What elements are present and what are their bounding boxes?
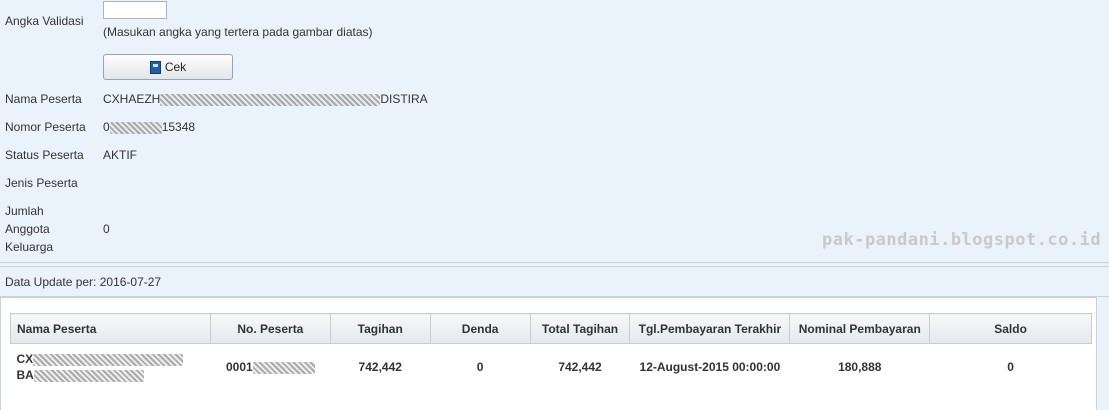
redacted-area — [33, 353, 184, 366]
check-form: Angka Validasi (Masukan angka yang terte… — [0, 0, 1109, 262]
check-button[interactable]: Cek — [103, 54, 233, 80]
cell-name-prefix: BA — [16, 368, 34, 382]
cell-name-line: BA — [17, 367, 207, 383]
name-value-suffix: DISTIRA — [380, 92, 428, 106]
cell-name-prefix: CX — [16, 352, 34, 366]
watermark: pak-pandani.blogspot.co.id — [822, 230, 1102, 250]
family-count-value: 0 — [103, 222, 110, 236]
column-header[interactable]: Tgl.Pembayaran Terakhir — [629, 313, 791, 344]
redacted-area — [252, 361, 315, 374]
number-value: 0 15348 — [103, 118, 195, 136]
cell-name-line: CX — [17, 351, 207, 367]
type-label: Jenis Peserta — [5, 176, 78, 190]
validation-hint: (Masukan angka yang tertera pada gambar … — [103, 25, 373, 39]
family-count-label-line: Keluarga — [5, 240, 54, 254]
redacted-area — [109, 121, 162, 134]
save-icon — [149, 60, 161, 74]
update-date: Data Update per: 2016-07-27 — [5, 275, 162, 289]
billing-table: Nama Peserta No. Peserta Tagihan Denda T… — [10, 313, 1092, 390]
name-value-prefix: CXHAEZH — [103, 92, 161, 106]
number-label: Nomor Peserta — [5, 120, 86, 134]
table-row: CX BA 0001 742,442 0 742,442 12-August-2… — [11, 344, 1092, 391]
family-count-label-line: Jumlah — [5, 204, 44, 218]
family-count-label-line: Anggota — [5, 222, 50, 236]
cell-denda: 0 — [476, 360, 484, 374]
status-label: Status Peserta — [5, 148, 84, 162]
billing-panel: Nama Peserta No. Peserta Tagihan Denda T… — [0, 297, 1097, 410]
column-header[interactable]: Total Tagihan — [529, 313, 631, 344]
column-header[interactable]: Tagihan — [329, 313, 431, 344]
check-button-label: Cek — [164, 60, 187, 74]
family-count-label: Jumlah Anggota Keluarga — [5, 202, 53, 256]
redacted-area — [160, 93, 381, 106]
column-header[interactable]: Denda — [429, 313, 531, 344]
cell-saldo: 0 — [1007, 360, 1014, 374]
number-value-suffix: 15348 — [161, 120, 196, 134]
column-header[interactable]: No. Peserta — [209, 313, 331, 344]
validation-label: Angka Validasi — [5, 14, 84, 28]
divider — [0, 266, 1109, 267]
cell-tgl-pembayaran: 12-August-2015 00:00:00 — [639, 360, 781, 374]
column-header[interactable]: Saldo — [929, 313, 1092, 344]
cell-nominal-pembayaran: 180,888 — [838, 360, 882, 374]
divider — [0, 262, 1109, 263]
status-value: AKTIF — [103, 148, 138, 162]
cell-total-tagihan: 742,442 — [558, 360, 602, 374]
cell-name: CX BA — [11, 344, 211, 391]
name-label: Nama Peserta — [5, 92, 82, 106]
number-value-prefix: 0 — [103, 120, 110, 134]
validation-input[interactable] — [103, 1, 167, 19]
redacted-area — [33, 369, 144, 382]
column-header[interactable]: Nominal Pembayaran — [789, 313, 931, 344]
name-value: CXHAEZH DISTIRA — [103, 90, 428, 108]
cell-tagihan: 742,442 — [358, 360, 402, 374]
cell-no-peserta-prefix: 0001 — [226, 360, 253, 374]
table-header-row: Nama Peserta No. Peserta Tagihan Denda T… — [10, 313, 1092, 344]
column-header[interactable]: Nama Peserta — [10, 313, 211, 344]
cell-no-peserta: 0001 — [210, 344, 330, 391]
